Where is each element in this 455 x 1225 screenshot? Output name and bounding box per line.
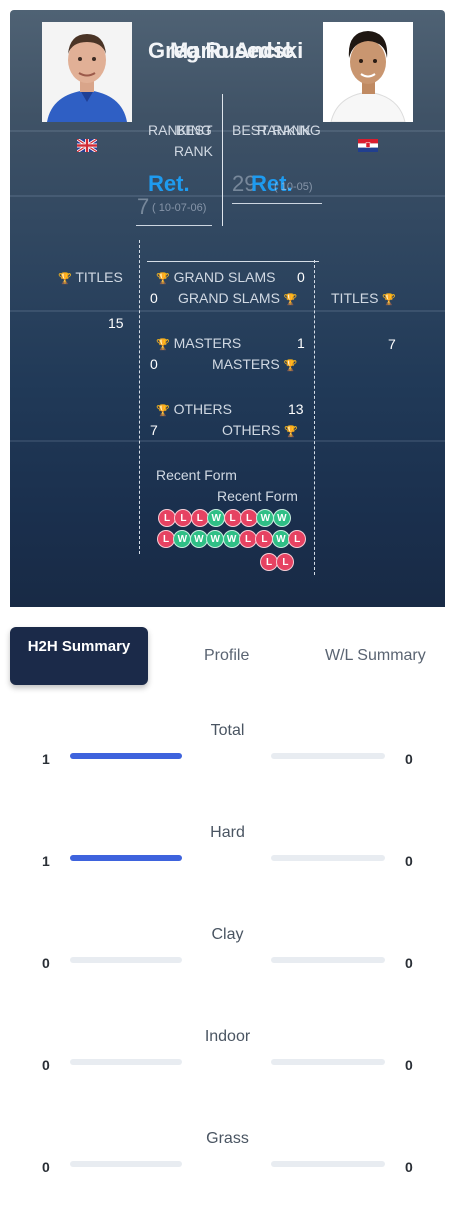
player2-h2h-bar bbox=[271, 1161, 385, 1167]
player2-h2h-bar bbox=[271, 753, 385, 759]
player1-form-result: W bbox=[272, 509, 291, 527]
player2-form-result: W bbox=[189, 530, 208, 548]
player2-h2h-value: 0 bbox=[405, 853, 413, 869]
player2-form-result: L bbox=[260, 553, 278, 571]
tab-profile[interactable]: Profile bbox=[204, 647, 249, 665]
player1-h2h-value: 0 bbox=[42, 1159, 50, 1175]
player2-form-result: L bbox=[157, 530, 175, 548]
player1-form-result: L bbox=[174, 509, 193, 527]
h2h-category-label: Total bbox=[210, 722, 245, 739]
player2-form-result: W bbox=[173, 530, 192, 548]
player2-form-result: L bbox=[255, 530, 274, 548]
player1-form-result: L bbox=[223, 509, 242, 527]
player2-form-result: W bbox=[222, 530, 241, 548]
player1-h2h-bar bbox=[70, 855, 182, 861]
player2-h2h-value: 0 bbox=[405, 1057, 413, 1073]
player2-h2h-bar bbox=[271, 855, 385, 861]
player1-form-result: W bbox=[207, 509, 226, 527]
player1-form-result: L bbox=[190, 509, 209, 527]
player1-form-result: W bbox=[256, 509, 275, 527]
player1-h2h-bar bbox=[70, 1161, 182, 1167]
player1-h2h-bar bbox=[70, 957, 182, 963]
player2-form-result: W bbox=[271, 530, 290, 548]
h2h-category-label: Indoor bbox=[204, 1028, 251, 1045]
player2-form-result: L bbox=[276, 553, 295, 571]
player2-form-result: L bbox=[288, 530, 307, 548]
player2-form-result: L bbox=[239, 530, 257, 548]
h2h-category-label: Clay bbox=[211, 926, 244, 943]
player2-h2h-value: 0 bbox=[405, 955, 413, 971]
player1-form-result: L bbox=[158, 509, 176, 527]
player2-form-result: W bbox=[206, 530, 225, 548]
tab-h2h-summary[interactable]: H2H Summary bbox=[10, 627, 148, 685]
player1-h2h-bar-fill bbox=[70, 855, 182, 861]
tab-wl-summary[interactable]: W/L Summary bbox=[325, 647, 426, 665]
player1-h2h-value: 1 bbox=[42, 853, 50, 869]
player1-h2h-value: 1 bbox=[42, 751, 50, 767]
h2h-category-label: Grass bbox=[206, 1130, 249, 1147]
player2-h2h-value: 0 bbox=[405, 751, 413, 767]
h2h-category-label: Hard bbox=[210, 824, 245, 841]
tab-bar: H2H Summary Profile W/L Summary bbox=[10, 627, 445, 685]
player2-h2h-bar bbox=[271, 957, 385, 963]
player1-h2h-bar-fill bbox=[70, 753, 182, 759]
player1-form-result: L bbox=[240, 509, 258, 527]
recent-form-dots: LLLWLLWWLWWWWLLWLLL bbox=[10, 10, 445, 607]
player1-h2h-bar bbox=[70, 753, 182, 759]
player1-h2h-value: 0 bbox=[42, 955, 50, 971]
player1-h2h-bar bbox=[70, 1059, 182, 1065]
player2-h2h-value: 0 bbox=[405, 1159, 413, 1175]
player1-h2h-value: 0 bbox=[42, 1057, 50, 1073]
player-comparison-hero: Greg Rusedski Mario Ancic RANKING BEST R… bbox=[10, 10, 445, 607]
player2-h2h-bar bbox=[271, 1059, 385, 1065]
